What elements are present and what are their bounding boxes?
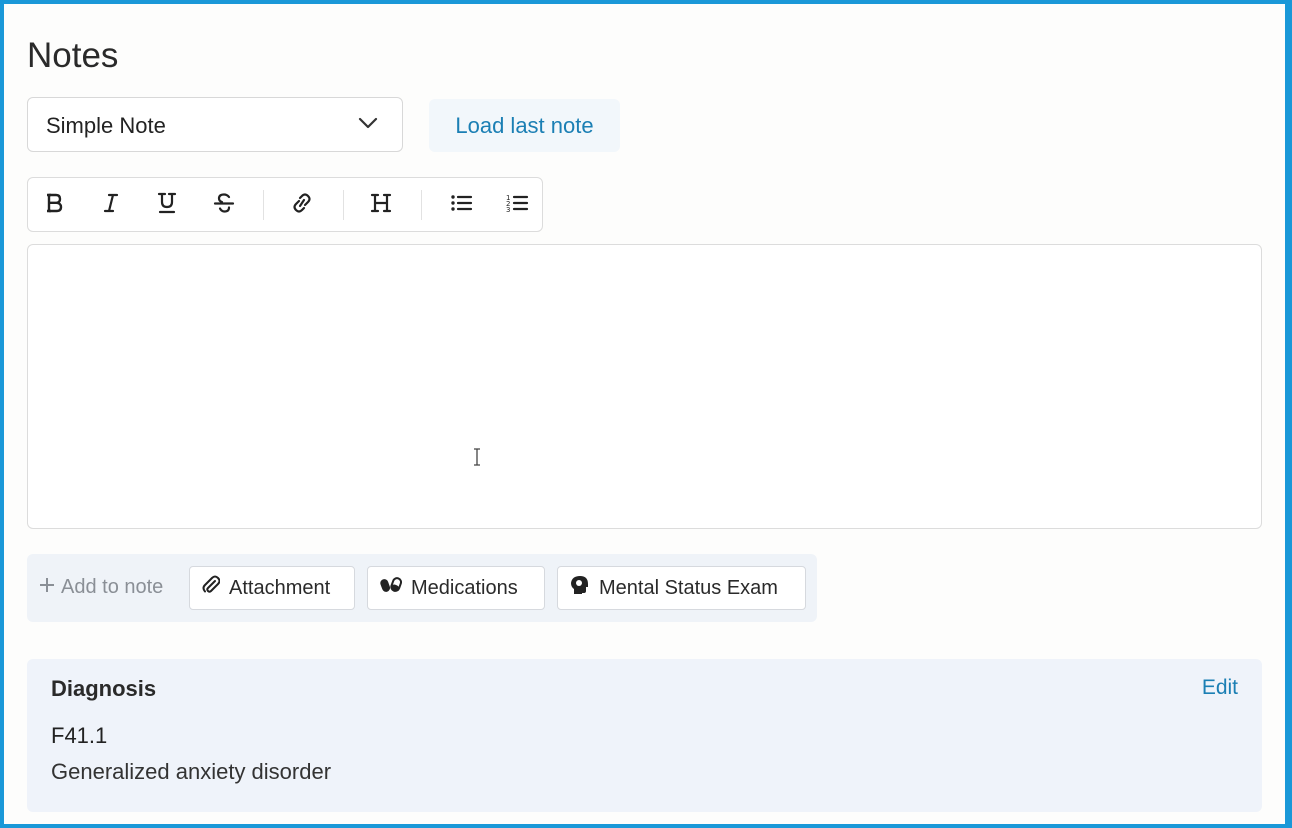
add-to-note-text: Add to note <box>61 576 164 598</box>
numbered-list-icon: 123 <box>505 192 529 219</box>
medications-button[interactable]: Medications <box>367 566 545 610</box>
bold-button[interactable] <box>41 191 69 219</box>
plus-icon <box>39 576 55 599</box>
italic-icon <box>101 192 121 219</box>
diagnosis-description: Generalized anxiety disorder <box>51 759 332 784</box>
add-to-note-label: Add to note <box>39 576 163 599</box>
brain-head-icon <box>570 575 590 601</box>
numbered-list-button[interactable]: 123 <box>503 191 531 219</box>
toolbar-divider <box>263 190 264 220</box>
link-button[interactable] <box>288 191 316 219</box>
strikethrough-icon <box>213 192 235 219</box>
bullet-list-button[interactable] <box>447 191 475 219</box>
diagnosis-edit-link[interactable]: Edit <box>1202 676 1238 700</box>
chevron-down-icon <box>358 116 378 135</box>
diagnosis-title: Diagnosis <box>51 676 157 701</box>
add-to-note-bar: Add to note Attachment Medications Menta… <box>27 554 817 622</box>
attachment-label: Attachment <box>229 576 331 599</box>
bold-icon <box>45 192 65 219</box>
diagnosis-card: Diagnosis Edit F41.1 Generalized anxiety… <box>27 659 1262 812</box>
link-icon <box>289 192 315 219</box>
formatting-toolbar: 123 <box>27 177 543 232</box>
heading-button[interactable] <box>367 191 395 219</box>
page-title: Notes <box>27 36 119 75</box>
underline-button[interactable] <box>153 191 181 219</box>
text-cursor-icon <box>473 448 481 471</box>
attachment-button[interactable]: Attachment <box>189 566 355 610</box>
load-last-note-button[interactable]: Load last note <box>429 99 620 152</box>
svg-text:3: 3 <box>506 206 510 214</box>
pills-icon <box>380 576 403 600</box>
medications-label: Medications <box>411 576 518 599</box>
note-template-value: Simple Note <box>46 113 166 138</box>
note-editor[interactable] <box>27 244 1262 529</box>
notes-panel: Notes Simple Note Load last note 1 2 3 A… <box>0 0 1292 828</box>
bullet-list-icon <box>449 192 473 219</box>
paperclip-icon <box>202 575 221 601</box>
underline-icon <box>157 192 177 219</box>
toolbar-divider <box>343 190 344 220</box>
strikethrough-button[interactable] <box>210 191 238 219</box>
mental-status-exam-label: Mental Status Exam <box>599 576 778 599</box>
italic-button[interactable] <box>97 191 125 219</box>
heading-icon <box>370 192 392 219</box>
toolbar-divider <box>421 190 422 220</box>
mental-status-exam-button[interactable]: Mental Status Exam <box>557 566 806 610</box>
note-template-select[interactable]: Simple Note <box>27 97 403 152</box>
diagnosis-code: F41.1 <box>51 723 108 748</box>
